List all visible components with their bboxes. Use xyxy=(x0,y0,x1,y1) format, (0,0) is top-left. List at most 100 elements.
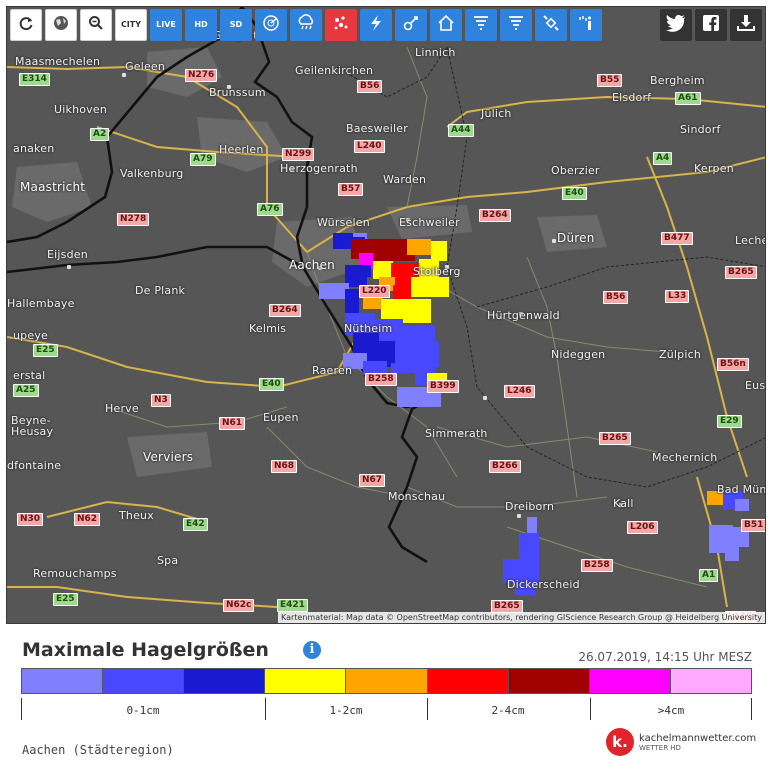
legend-swatch xyxy=(103,669,185,693)
place-label: upeye xyxy=(13,329,48,342)
satellite-button[interactable] xyxy=(535,9,567,41)
hail-cell xyxy=(407,299,431,323)
road-shield: L206 xyxy=(627,521,658,534)
refresh-button[interactable] xyxy=(10,9,42,41)
road-shield: N67 xyxy=(359,474,386,487)
storm-track-button[interactable] xyxy=(395,9,427,41)
road-shield: B264 xyxy=(269,304,301,317)
globe-button[interactable] xyxy=(45,9,77,41)
road-shield: E42 xyxy=(183,518,208,531)
place-label: Dickerscheid xyxy=(507,578,580,591)
place-label: Elsdorf xyxy=(612,91,652,104)
legend-swatch xyxy=(508,669,590,693)
city-toggle-button[interactable]: CITY xyxy=(115,9,147,41)
place-label: erstal xyxy=(13,369,46,382)
road-shield: A79 xyxy=(190,153,216,166)
hd-button[interactable]: HD xyxy=(185,9,217,41)
map-view[interactable]: MaasmechelenGeleenGangeltBrunssumGeilenk… xyxy=(6,6,766,624)
road-shield: N61 xyxy=(219,417,246,430)
place-label: anaken xyxy=(13,142,55,155)
place-label: Sindorf xyxy=(680,123,721,136)
city-toggle-icon: CITY xyxy=(120,20,142,29)
place-label: Herve xyxy=(105,402,139,415)
place-label: Theux xyxy=(119,509,154,522)
road-shield: N278 xyxy=(117,213,150,226)
place-label: Geilenkirchen xyxy=(295,64,374,77)
zoom-out-button[interactable] xyxy=(80,9,112,41)
legend-range-label: 2-4cm xyxy=(491,704,525,717)
house-button[interactable] xyxy=(430,9,462,41)
road-shield: A61 xyxy=(675,92,701,105)
legend-swatch xyxy=(427,669,509,693)
legend-swatch xyxy=(184,669,266,693)
road-shield: B266 xyxy=(489,460,521,473)
legend-tick xyxy=(590,698,591,720)
facebook-icon xyxy=(702,14,720,36)
live-button[interactable]: LIVE xyxy=(150,9,182,41)
place-label: Heusay xyxy=(11,425,54,438)
region-label: Aachen (Städteregion) xyxy=(22,743,174,757)
place-label: Linnich xyxy=(415,46,456,59)
road-shield: E40 xyxy=(562,187,587,200)
tornado-1-button[interactable] xyxy=(465,9,497,41)
tornado-1-icon xyxy=(472,14,490,36)
legend-range-label: 1-2cm xyxy=(329,704,363,717)
rain-cloud-icon xyxy=(296,14,316,36)
hail-cell xyxy=(345,289,359,315)
place-label: Baesweiler xyxy=(346,122,408,135)
info-icon[interactable]: i xyxy=(303,641,321,659)
place-label: Maastricht xyxy=(20,180,86,194)
map-toolbar: CITY LIVE HD SD xyxy=(10,9,602,41)
hail-cell xyxy=(407,239,431,255)
place-label: Simmerath xyxy=(425,427,488,440)
place-label: Bergheim xyxy=(650,74,705,87)
road-shield: N62 xyxy=(74,513,101,526)
road-shield: L240 xyxy=(354,140,385,153)
town-dot xyxy=(483,396,487,400)
place-label: Aachen xyxy=(289,258,335,272)
lightning-button[interactable] xyxy=(360,9,392,41)
app-root: MaasmechelenGeleenGangeltBrunssumGeilenk… xyxy=(0,0,772,774)
legend-swatch xyxy=(265,669,347,693)
legend-range-label: 0-1cm xyxy=(126,704,160,717)
hail-cell xyxy=(333,233,353,249)
hail-button[interactable] xyxy=(325,9,357,41)
place-label: Hürtgenwald xyxy=(487,309,560,322)
road-shield: L33 xyxy=(665,290,690,303)
download-button[interactable] xyxy=(730,9,762,41)
town-dot xyxy=(517,514,521,518)
road-shield: B51 xyxy=(741,519,765,532)
place-label: Bad Münst xyxy=(717,483,766,496)
hail-cell xyxy=(735,499,749,511)
road-shield: B56 xyxy=(357,80,383,93)
road-shield: A1 xyxy=(699,569,719,582)
place-label: Zülpich xyxy=(659,348,702,361)
place-label: dfontaine xyxy=(7,459,62,472)
place-label: Nütheim xyxy=(344,322,393,335)
hail-cell xyxy=(391,363,435,373)
road-shield: N62c xyxy=(223,599,255,612)
place-label: Verviers xyxy=(143,450,194,464)
radar-loop-button[interactable] xyxy=(255,9,287,41)
town-dot xyxy=(552,239,556,243)
share-toolbar xyxy=(660,9,762,41)
rain-cloud-button[interactable] xyxy=(290,9,322,41)
radar-loop-icon xyxy=(262,14,280,36)
rain-info-button[interactable] xyxy=(570,9,602,41)
place-label: Brunssum xyxy=(209,86,266,99)
road-shield: A76 xyxy=(257,203,283,216)
place-label: Jülich xyxy=(481,107,512,120)
hail-cell xyxy=(725,547,739,561)
twitter-button[interactable] xyxy=(660,9,692,41)
legend-swatch xyxy=(589,669,671,693)
legend-swatch xyxy=(22,669,104,693)
facebook-button[interactable] xyxy=(695,9,727,41)
sd-button[interactable]: SD xyxy=(220,9,252,41)
brand-logo[interactable]: k. kachelmannwetter.com WETTER HD xyxy=(606,728,756,756)
kachelmann-logo-icon: k. xyxy=(606,728,634,756)
place-label: De Plank xyxy=(135,284,186,297)
tornado-2-button[interactable] xyxy=(500,9,532,41)
house-icon xyxy=(437,14,455,36)
map-attribution[interactable]: Kartenmaterial: Map data © OpenStreetMap… xyxy=(277,612,765,623)
place-label: Düren xyxy=(557,231,595,245)
